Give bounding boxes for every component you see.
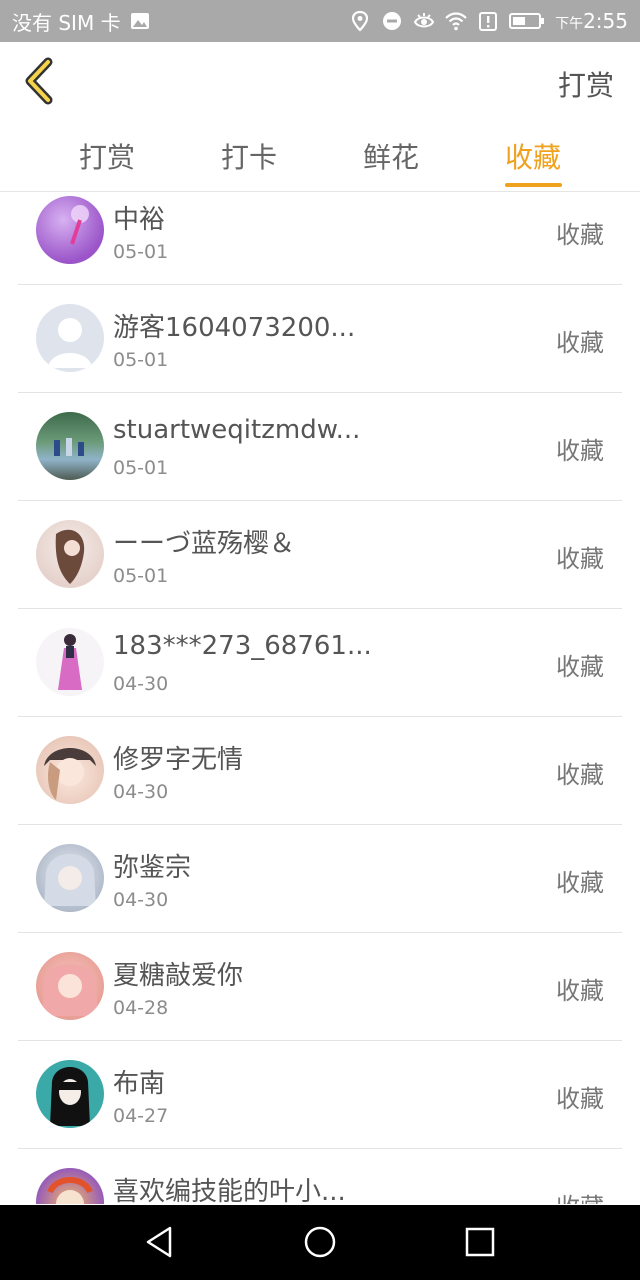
status-bar: 没有 SIM 卡 下午2:55 [0,0,640,42]
item-action-label: 收藏 [556,437,604,465]
avatar [36,1168,104,1204]
reward-button[interactable]: 打赏 [558,64,614,104]
clock-period: 下午 [555,16,584,32]
battery-icon [509,13,545,29]
list-item[interactable]: 喜欢编技能的叶小... 收藏 [18,1149,622,1204]
wifi-icon [445,12,467,31]
system-nav-bar [0,1205,640,1280]
user-name: 布南 [113,1069,166,1099]
list-item[interactable]: 修罗字无情 04-30 收藏 [18,717,622,825]
item-date: 05-01 [113,457,169,479]
item-date: 05-01 [113,241,169,263]
tab-flowers[interactable]: 鲜花 [341,136,441,176]
recents-square-icon[interactable] [460,1222,500,1262]
active-tab-indicator [505,183,562,187]
item-action-label: 收藏 [556,761,604,789]
tab-bar: 打赏 打卡 鲜花 收藏 [0,122,640,192]
image-icon [130,13,149,29]
user-name: 弥鉴宗 [113,853,192,883]
item-action-label: 收藏 [556,221,604,249]
item-action-label: 收藏 [556,1187,604,1204]
list-item[interactable]: 夏糖敲爱你 04-28 收藏 [18,933,622,1041]
item-date: 04-30 [113,673,169,695]
item-action-label: 收藏 [556,1085,604,1113]
item-action-label: 收藏 [556,869,604,897]
avatar [36,736,104,804]
tab-favorites[interactable]: 收藏 [483,136,583,176]
back-button[interactable] [20,56,64,106]
list-item[interactable]: 布南 04-27 收藏 [18,1041,622,1149]
user-name: 183***273_68761... [113,631,372,661]
user-name: 游客1604073200... [113,313,356,343]
user-name: 喜欢编技能的叶小... [113,1177,346,1204]
clock: 下午2:55 [555,9,628,33]
item-action-label: 收藏 [556,329,604,357]
user-name: 修罗字无情 [113,745,244,775]
item-action-label: 收藏 [556,545,604,573]
item-date: 04-30 [113,889,169,911]
eye-icon [413,13,435,28]
item-date: 04-30 [113,781,169,803]
list-item[interactable]: stuartweqitzmdw... 05-01 收藏 [18,393,622,501]
list-item[interactable]: 中裕 05-01 收藏 [18,193,622,285]
carrier-text: 没有 SIM 卡 [12,10,121,35]
avatar [36,520,104,588]
user-name: 中裕 [113,205,166,235]
item-date: 05-01 [113,349,169,371]
item-date: 05-01 [113,565,169,587]
item-action-label: 收藏 [556,653,604,681]
do-not-disturb-icon [383,12,402,30]
clock-time: 2:55 [583,9,628,33]
user-name: ーーづ蓝殇樱＆ [113,529,296,559]
item-date: 04-27 [113,1105,169,1127]
avatar [36,196,104,264]
avatar [36,304,104,372]
user-name: stuartweqitzmdw... [113,415,361,445]
alert-icon [479,12,498,31]
list-item[interactable]: 弥鉴宗 04-30 收藏 [18,825,622,933]
item-date: 04-28 [113,997,169,1019]
user-name: 夏糖敲爱你 [113,961,244,991]
avatar [36,1060,104,1128]
favorites-list: 中裕 05-01 收藏 游客1604073200... 05-01 收藏 stu… [18,193,622,1204]
item-action-label: 收藏 [556,977,604,1005]
home-circle-icon[interactable] [300,1222,340,1262]
app-header: 打赏 [0,42,640,122]
tab-reward[interactable]: 打赏 [57,136,157,176]
avatar [36,844,104,912]
back-triangle-icon[interactable] [140,1222,180,1262]
tab-checkin[interactable]: 打卡 [199,136,299,176]
avatar [36,952,104,1020]
avatar [36,412,104,480]
list-item[interactable]: 183***273_68761... 04-30 收藏 [18,609,622,717]
avatar [36,628,104,696]
location-icon [351,10,369,32]
list-item[interactable]: ーーづ蓝殇樱＆ 05-01 收藏 [18,501,622,609]
list-item[interactable]: 游客1604073200... 05-01 收藏 [18,285,622,393]
